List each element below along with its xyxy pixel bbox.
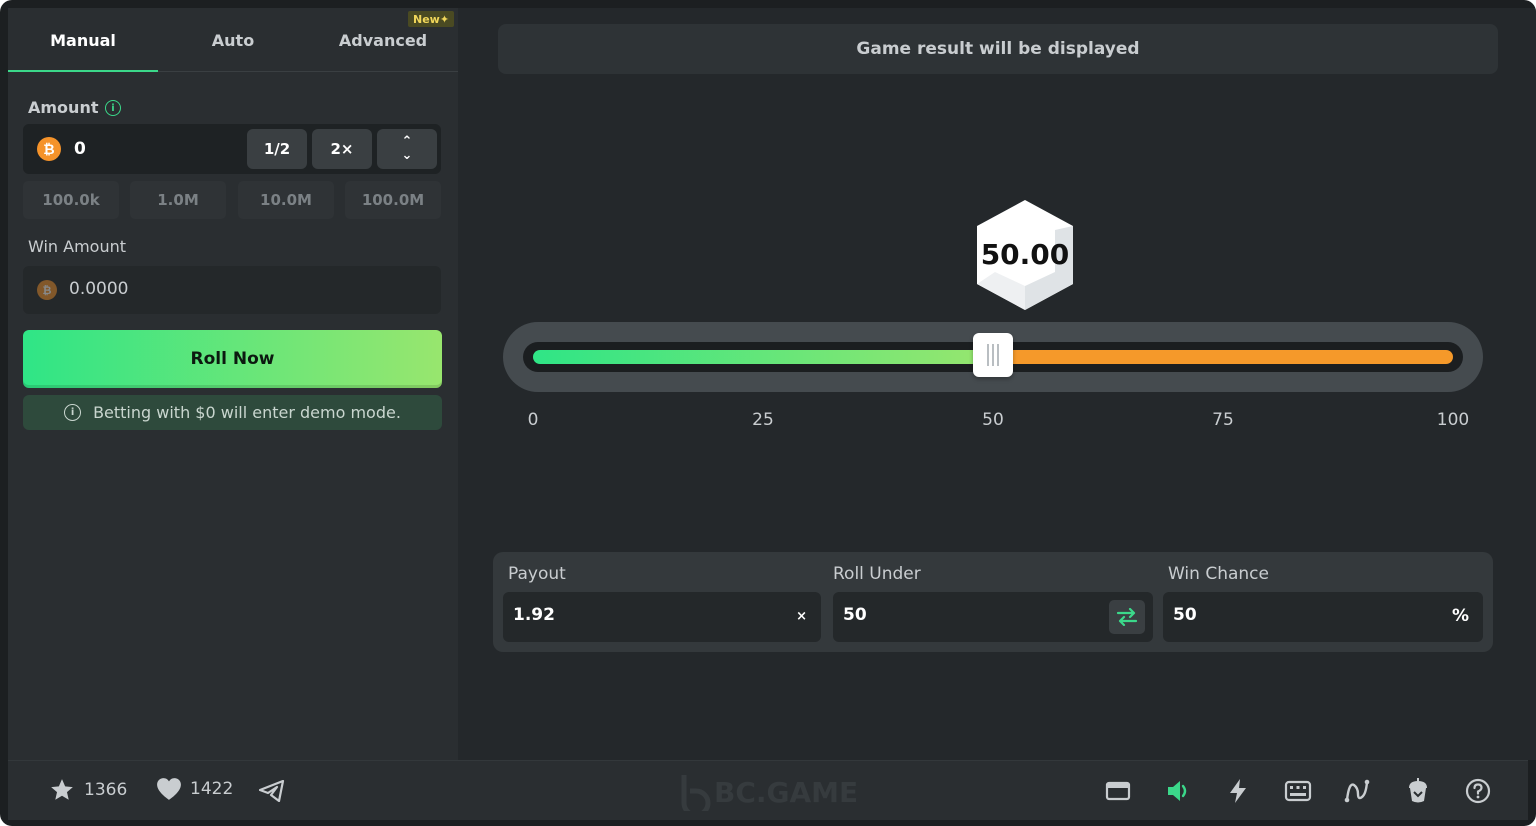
star-icon [51, 779, 73, 800]
game-window: Manual Auto Advanced New✦ Amount i ₿ 0 1… [0, 0, 1536, 826]
volume-icon[interactable] [1164, 777, 1192, 805]
chevron-up-icon[interactable]: ⌃ [402, 135, 413, 149]
slider-handle[interactable] [973, 333, 1013, 377]
fairness-icon[interactable] [1404, 777, 1432, 805]
dice-value: 50.00 [980, 238, 1070, 271]
bc-game-logo-icon [681, 775, 711, 811]
like-button[interactable]: 1422 [156, 777, 233, 801]
info-icon[interactable]: i [105, 100, 121, 116]
amount-label: Amount [28, 98, 99, 117]
dice-result: 50.00 [975, 200, 1075, 312]
bitcoin-coin-icon: ₿ [37, 280, 57, 300]
swap-direction-button[interactable] [1109, 600, 1145, 634]
heart-icon [157, 778, 181, 800]
game-area: Game result will be displayed 50.00 0 25… [458, 8, 1536, 760]
window-icon[interactable] [1104, 777, 1132, 805]
bitcoin-coin-icon: ₿ [37, 137, 61, 161]
roll-now-button[interactable]: Roll Now [23, 330, 442, 388]
swap-arrows-icon [1116, 608, 1138, 626]
game-footer: 1366 1422 BC.GAME [8, 760, 1528, 820]
slider-win-range [533, 350, 993, 364]
result-banner: Game result will be displayed [498, 24, 1498, 74]
win-chance-label: Win Chance [1168, 564, 1269, 584]
active-tab-indicator [8, 70, 158, 72]
slider-tick-label: 50 [982, 410, 1004, 430]
quick-amount-10m[interactable]: 10.0M [238, 181, 334, 219]
amount-stepper[interactable]: ⌃ ⌄ [377, 129, 437, 169]
win-chance-input[interactable]: 50 % [1163, 592, 1483, 642]
demo-mode-note: i Betting with $0 will enter demo mode. [23, 395, 442, 430]
slider-tick-label: 100 [1436, 410, 1470, 430]
payout-label: Payout [508, 564, 566, 584]
roll-slider[interactable] [503, 322, 1483, 392]
bet-mode-tabs: Manual Auto Advanced New✦ [8, 8, 458, 72]
quick-amount-100m[interactable]: 100.0M [345, 181, 441, 219]
lightning-icon[interactable] [1224, 777, 1252, 805]
quick-amount-1m[interactable]: 1.0M [130, 181, 226, 219]
favorite-button[interactable]: 1366 [48, 777, 127, 803]
new-badge: New✦ [408, 11, 455, 27]
payout-input[interactable]: 1.92 × [503, 592, 821, 642]
roll-under-value: 50 [843, 605, 867, 625]
chart-icon[interactable] [1344, 777, 1372, 805]
roll-under-input[interactable]: 50 [833, 592, 1153, 642]
telegram-icon[interactable] [258, 777, 286, 805]
win-chance-value: 50 [1173, 605, 1197, 625]
amount-input-group: ₿ 0 1/2 2× ⌃ ⌄ [23, 124, 441, 174]
slider-tick-label: 25 [752, 410, 774, 430]
percent-sign: % [1451, 606, 1469, 626]
favorites-count: 1366 [84, 780, 128, 800]
help-icon[interactable] [1464, 777, 1492, 805]
slider-tick-label: 0 [527, 410, 539, 430]
demo-note-text: Betting with $0 will enter demo mode. [93, 403, 401, 422]
win-amount-value: 0.0000 [69, 279, 129, 299]
tab-manual[interactable]: Manual [8, 8, 158, 72]
multiplier-icon: × [796, 609, 807, 624]
quick-amount-100k[interactable]: 100.0k [23, 181, 119, 219]
slider-lose-range [993, 350, 1453, 364]
info-icon: i [64, 404, 82, 421]
bc-game-logo: BC.GAME [678, 773, 858, 811]
slider-tick-label: 75 [1212, 410, 1234, 430]
double-amount-button[interactable]: 2× [312, 129, 372, 169]
chevron-down-icon[interactable]: ⌄ [402, 149, 413, 163]
logo-text: BC.GAME [714, 775, 859, 809]
win-amount-field: ₿ 0.0000 [23, 266, 441, 314]
bet-panel: Manual Auto Advanced New✦ Amount i ₿ 0 1… [8, 8, 458, 760]
roll-under-label: Roll Under [833, 564, 921, 584]
half-amount-button[interactable]: 1/2 [247, 129, 307, 169]
win-amount-label: Win Amount [28, 237, 127, 256]
payout-value: 1.92 [513, 605, 555, 625]
tab-auto[interactable]: Auto [158, 8, 308, 72]
keyboard-icon[interactable] [1284, 777, 1312, 805]
amount-input[interactable]: 0 [74, 139, 86, 159]
bet-stats-panel: Payout 1.92 × Roll Under 50 Win Chance 5… [493, 552, 1493, 652]
likes-count: 1422 [190, 779, 234, 799]
